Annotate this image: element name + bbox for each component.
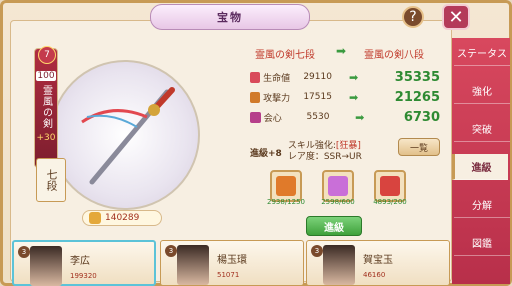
crystal-icon	[328, 176, 348, 196]
stat-arrow-icon: ➡	[349, 90, 359, 104]
stat-current: 5530	[306, 112, 330, 122]
skill-description: スキル強化:[狂暴] レア度：SSR→UR	[288, 141, 362, 163]
tab-enhance[interactable]: 強化	[454, 78, 510, 104]
weapon-rank-column: 100 霊風の剣 +30	[34, 48, 58, 168]
stat-label: 会心	[263, 113, 282, 124]
tab-encyclopedia[interactable]: 図鑑	[454, 230, 510, 256]
next-stage-label: 霊風の剣八段	[364, 50, 424, 61]
tab-status[interactable]: ステータス	[454, 40, 510, 66]
material-count: 2598/600	[321, 198, 355, 206]
material-count: 2938/1250	[267, 198, 305, 206]
weapon-name: 霊風の剣	[40, 85, 52, 129]
weapon-stage-box: 七段	[36, 158, 66, 202]
stat-current: 17515	[303, 92, 332, 102]
weapon-power-value: 140289	[105, 213, 140, 223]
stat-row-hp: 生命値 29110 ➡ 35335	[250, 68, 440, 86]
advance-plus-label: 進級+8	[250, 148, 282, 159]
tab-advance[interactable]: 進級	[452, 154, 508, 180]
stage-arrow-icon: ➡	[336, 44, 347, 58]
scroll-icon	[276, 176, 296, 196]
skill-line-prefix: スキル強化:	[287, 141, 336, 151]
rarity-change: レア度：SSR→UR	[287, 152, 362, 162]
stat-arrow-icon: ➡	[355, 110, 365, 124]
material-count: 4893/200	[373, 198, 407, 206]
window-title-banner: 宝物	[150, 4, 310, 30]
character-card[interactable]: 3 楊玉環 51071	[160, 240, 304, 286]
character-level: 3	[165, 245, 177, 257]
sword-icon	[81, 87, 175, 185]
character-name: 楊玉環	[217, 255, 247, 266]
character-power: 51071	[217, 271, 240, 279]
tab-breakthrough[interactable]: 突破	[454, 116, 510, 142]
tab-dismantle[interactable]: 分解	[454, 192, 510, 218]
character-portrait	[30, 246, 62, 286]
character-power: 199320	[70, 272, 97, 280]
weapon-stage: 七段	[45, 169, 58, 191]
character-level: 3	[18, 246, 30, 258]
character-level: 3	[311, 245, 323, 257]
weapon-preview	[50, 60, 200, 210]
critical-icon	[250, 111, 261, 123]
advance-button[interactable]: 進級	[306, 216, 362, 236]
stat-label: 攻撃力	[263, 93, 291, 104]
character-card[interactable]: 3 李広 199320	[12, 240, 156, 286]
stat-next: 35335	[394, 69, 441, 85]
stat-row-critical: 会心 5530 ➡ 6730	[250, 108, 440, 126]
current-stage-label: 霊風の剣七段	[255, 50, 315, 61]
stat-next: 6730	[403, 109, 441, 125]
window-title: 宝物	[217, 11, 243, 24]
power-icon	[89, 212, 101, 224]
help-button[interactable]: ?	[402, 6, 424, 28]
attack-icon	[250, 91, 261, 103]
weapon-level: 100	[36, 71, 56, 81]
weapon-plus: +30	[36, 133, 56, 143]
close-button[interactable]: ✕	[442, 4, 470, 30]
skill-name: [狂暴]	[335, 141, 361, 151]
feather-icon	[380, 176, 400, 196]
character-card[interactable]: 3 賀宝玉 46160	[306, 240, 450, 286]
stat-next: 21265	[394, 89, 441, 105]
character-name: 李広	[70, 256, 90, 267]
stat-row-attack: 攻撃力 17515 ➡ 21265	[250, 88, 440, 106]
list-button[interactable]: 一覧	[398, 138, 440, 156]
weapon-power: 140289	[82, 210, 162, 226]
character-portrait	[323, 245, 355, 285]
rarity-badge: 7	[38, 46, 56, 64]
character-portrait	[177, 245, 209, 285]
stat-label: 生命値	[263, 73, 291, 84]
hp-icon	[250, 71, 261, 83]
stat-current: 29110	[303, 72, 332, 82]
stat-arrow-icon: ➡	[349, 70, 359, 84]
side-tab-bar: ステータス 強化 突破 進級 分解 図鑑	[452, 38, 510, 284]
character-power: 46160	[363, 271, 386, 279]
character-name: 賀宝玉	[363, 255, 393, 266]
